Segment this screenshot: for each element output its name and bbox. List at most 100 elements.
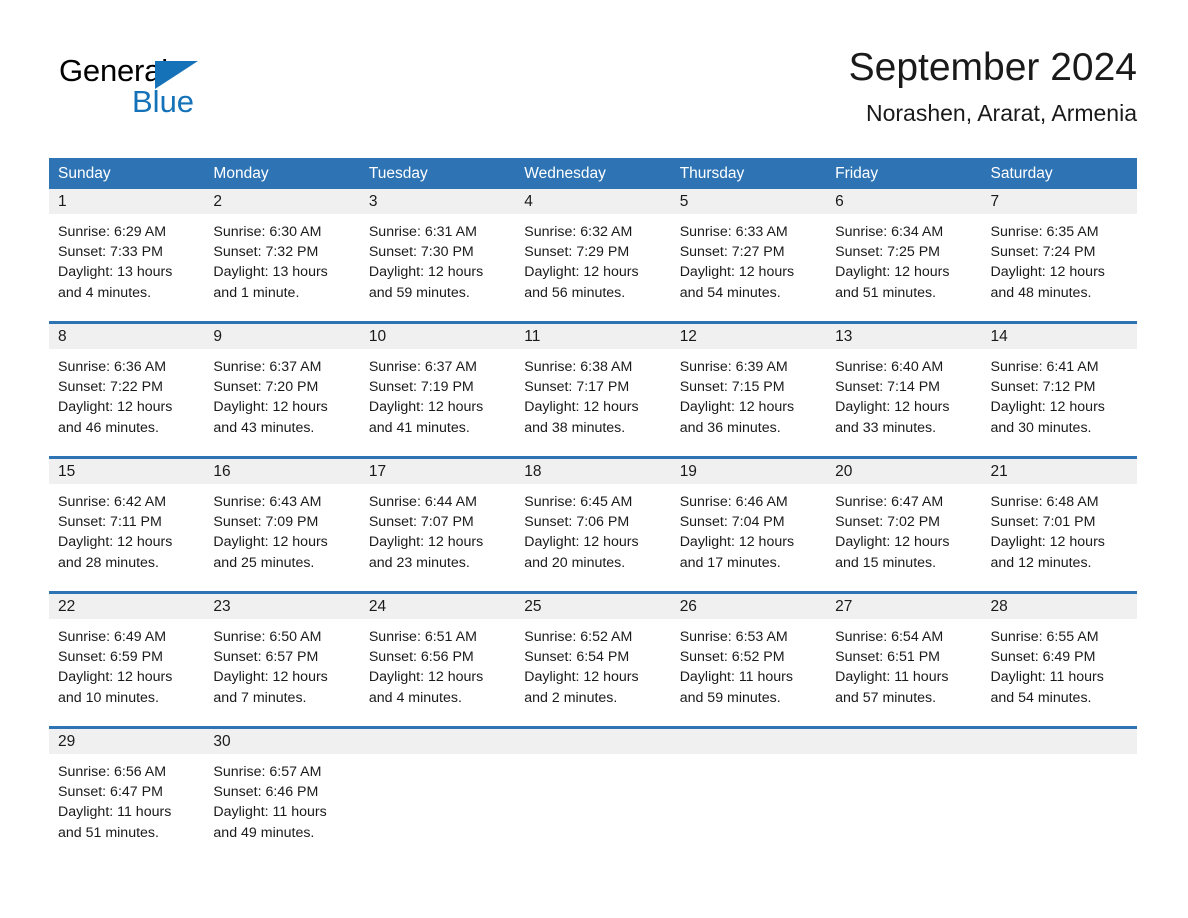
- sunrise-text: Sunrise: 6:34 AM: [835, 224, 944, 240]
- day-number: 4: [515, 189, 671, 214]
- day-number: 22: [49, 594, 205, 619]
- day-number: 1: [49, 189, 205, 214]
- daylight-text: Daylight: 11 hours and 49 minutes.: [213, 804, 327, 841]
- sunset-text: Sunset: 6:49 PM: [990, 649, 1096, 666]
- day-cell[interactable]: 16 Sunrise: 6:43 AM Sunset: 7:09 PM Dayligh…: [204, 459, 360, 591]
- weekday-header-wednesday: Wednesday: [524, 165, 606, 182]
- day-details: Sunrise: 6:29 AM Sunset: 7:33 PM Daylight:…: [49, 214, 204, 303]
- daylight-text: Daylight: 12 hours and 28 minutes.: [58, 534, 173, 571]
- weekday-header-monday: Monday: [213, 165, 269, 182]
- day-number: 26: [670, 594, 827, 619]
- day-cell[interactable]: 3 Sunrise: 6:31 AM Sunset: 7:30 PM Daylight…: [359, 189, 516, 321]
- day-number: 15: [49, 459, 205, 484]
- day-number: 8: [49, 324, 205, 349]
- sunset-text: Sunset: 6:54 PM: [524, 649, 630, 666]
- logo-text-general: General: [59, 53, 168, 88]
- day-details: Sunrise: 6:33 AM Sunset: 7:27 PM Daylight:…: [671, 214, 826, 303]
- sunset-text: Sunset: 6:52 PM: [679, 649, 785, 666]
- day-cell[interactable]: 19 Sunrise: 6:46 AM Sunset: 7:04 PM Dayligh…: [670, 459, 827, 591]
- sunset-text: Sunset: 7:02 PM: [835, 514, 940, 531]
- day-cell[interactable]: 10 Sunrise: 6:37 AM Sunset: 7:19 PM Dayligh…: [359, 324, 516, 456]
- day-number: 23: [204, 594, 360, 619]
- sunrise-text: Sunrise: 6:29 AM: [58, 224, 167, 240]
- sunrise-text: Sunrise: 6:51 AM: [368, 629, 477, 645]
- day-number: 30: [204, 729, 360, 754]
- sunrise-text: Sunrise: 6:55 AM: [990, 629, 1099, 645]
- day-cell[interactable]: 6 Sunrise: 6:34 AM Sunset: 7:25 PM Daylight…: [826, 189, 982, 321]
- day-number: 17: [359, 459, 516, 484]
- day-details: Sunrise: 6:49 AM Sunset: 6:59 PM Daylight:…: [49, 619, 204, 708]
- sunset-text: Sunset: 7:33 PM: [58, 244, 163, 261]
- day-number: 14: [981, 324, 1137, 349]
- day-cell[interactable]: 25 Sunrise: 6:52 AM Sunset: 6:54 PM Dayligh…: [515, 594, 671, 726]
- sunrise-text: Sunrise: 6:44 AM: [368, 494, 477, 510]
- day-cell[interactable]: 26 Sunrise: 6:53 AM Sunset: 6:52 PM Dayligh…: [670, 594, 827, 726]
- day-cell[interactable]: 1 Sunrise: 6:29 AM Sunset: 7:33 PM Daylight…: [49, 189, 205, 321]
- day-cell-empty: [826, 729, 982, 861]
- week-row: 15 Sunrise: 6:42 AM Sunset: 7:11 PM Dayligh…: [49, 456, 1137, 591]
- daylight-text: Daylight: 12 hours and 36 minutes.: [679, 399, 795, 436]
- sunset-text: Sunset: 7:06 PM: [524, 514, 630, 531]
- sunset-text: Sunset: 7:22 PM: [58, 379, 163, 396]
- day-cell[interactable]: 12 Sunrise: 6:39 AM Sunset: 7:15 PM Dayligh…: [670, 324, 827, 456]
- sunrise-text: Sunrise: 6:47 AM: [835, 494, 944, 510]
- day-cell[interactable]: 27 Sunrise: 6:54 AM Sunset: 6:51 PM Dayligh…: [826, 594, 982, 726]
- day-number: 9: [204, 324, 360, 349]
- day-cell[interactable]: 30 Sunrise: 6:57 AM Sunset: 6:46 PM Dayligh…: [204, 729, 360, 861]
- day-details: Sunrise: 6:55 AM Sunset: 6:49 PM Daylight:…: [982, 619, 1137, 708]
- day-number: [670, 729, 827, 754]
- day-number: 21: [981, 459, 1137, 484]
- day-details: Sunrise: 6:51 AM Sunset: 6:56 PM Daylight:…: [360, 619, 515, 708]
- day-cell[interactable]: 23 Sunrise: 6:50 AM Sunset: 6:57 PM Dayligh…: [204, 594, 360, 726]
- day-cell[interactable]: 18 Sunrise: 6:45 AM Sunset: 7:06 PM Dayligh…: [515, 459, 671, 591]
- day-cell[interactable]: 2 Sunrise: 6:30 AM Sunset: 7:32 PM Daylight…: [204, 189, 360, 321]
- day-details: Sunrise: 6:35 AM Sunset: 7:24 PM Daylight:…: [982, 214, 1137, 303]
- day-number: 2: [204, 189, 360, 214]
- day-details: Sunrise: 6:48 AM Sunset: 7:01 PM Daylight:…: [982, 484, 1137, 573]
- sunset-text: Sunset: 7:01 PM: [990, 514, 1096, 531]
- day-cell[interactable]: 8 Sunrise: 6:36 AM Sunset: 7:22 PM Daylight…: [49, 324, 205, 456]
- generalblue-logo: General Blue: [59, 54, 219, 128]
- day-number: 3: [359, 189, 516, 214]
- day-number: 6: [826, 189, 982, 214]
- day-details: Sunrise: 6:43 AM Sunset: 7:09 PM Daylight:…: [204, 484, 359, 573]
- day-cell[interactable]: 20 Sunrise: 6:47 AM Sunset: 7:02 PM Dayligh…: [826, 459, 982, 591]
- day-cell[interactable]: 14 Sunrise: 6:41 AM Sunset: 7:12 PM Dayligh…: [981, 324, 1137, 456]
- sunrise-text: Sunrise: 6:56 AM: [58, 764, 167, 780]
- day-cell[interactable]: 13 Sunrise: 6:40 AM Sunset: 7:14 PM Dayligh…: [826, 324, 982, 456]
- day-cell[interactable]: 17 Sunrise: 6:44 AM Sunset: 7:07 PM Dayligh…: [359, 459, 516, 591]
- day-cell[interactable]: 29 Sunrise: 6:56 AM Sunset: 6:47 PM Dayligh…: [49, 729, 205, 861]
- day-number: 12: [670, 324, 827, 349]
- day-cell[interactable]: 9 Sunrise: 6:37 AM Sunset: 7:20 PM Daylight…: [204, 324, 360, 456]
- day-cell[interactable]: 24 Sunrise: 6:51 AM Sunset: 6:56 PM Dayligh…: [359, 594, 516, 726]
- day-cell[interactable]: 5 Sunrise: 6:33 AM Sunset: 7:27 PM Daylight…: [670, 189, 827, 321]
- sunrise-text: Sunrise: 6:37 AM: [213, 359, 322, 375]
- sunset-text: Sunset: 7:09 PM: [213, 514, 319, 531]
- day-number: 11: [515, 324, 671, 349]
- day-number: [515, 729, 671, 754]
- sunset-text: Sunset: 7:12 PM: [990, 379, 1096, 396]
- week-row-inner: 22 Sunrise: 6:49 AM Sunset: 6:59 PM Dayligh…: [49, 594, 1137, 726]
- day-cell[interactable]: 22 Sunrise: 6:49 AM Sunset: 6:59 PM Dayligh…: [49, 594, 205, 726]
- day-cell[interactable]: 11 Sunrise: 6:38 AM Sunset: 7:17 PM Dayligh…: [515, 324, 671, 456]
- day-cell[interactable]: 28 Sunrise: 6:55 AM Sunset: 6:49 PM Dayligh…: [981, 594, 1137, 726]
- week-row: 29 Sunrise: 6:56 AM Sunset: 6:47 PM Dayligh…: [49, 726, 1137, 861]
- day-details: Sunrise: 6:56 AM Sunset: 6:47 PM Daylight:…: [49, 754, 204, 843]
- daylight-text: Daylight: 11 hours and 54 minutes.: [990, 669, 1104, 706]
- week-row: 1 Sunrise: 6:29 AM Sunset: 7:33 PM Daylight…: [49, 189, 1137, 321]
- sunset-text: Sunset: 6:51 PM: [835, 649, 940, 666]
- sunset-text: Sunset: 7:29 PM: [524, 244, 630, 261]
- day-cell[interactable]: 15 Sunrise: 6:42 AM Sunset: 7:11 PM Dayligh…: [49, 459, 205, 591]
- sunset-text: Sunset: 7:07 PM: [368, 514, 474, 531]
- daylight-text: Daylight: 12 hours and 15 minutes.: [835, 534, 950, 571]
- week-row: 8 Sunrise: 6:36 AM Sunset: 7:22 PM Daylight…: [49, 321, 1137, 456]
- sunset-text: Sunset: 6:59 PM: [58, 649, 163, 666]
- title-block: September 2024 Norashen, Ararat, Armenia: [849, 44, 1137, 128]
- day-details: Sunrise: 6:34 AM Sunset: 7:25 PM Daylight:…: [826, 214, 981, 303]
- sunset-text: Sunset: 7:19 PM: [368, 379, 474, 396]
- day-cell[interactable]: 7 Sunrise: 6:35 AM Sunset: 7:24 PM Daylight…: [981, 189, 1137, 321]
- day-cell[interactable]: 4 Sunrise: 6:32 AM Sunset: 7:29 PM Daylight…: [515, 189, 671, 321]
- sunset-text: Sunset: 7:20 PM: [213, 379, 319, 396]
- day-cell[interactable]: 21 Sunrise: 6:48 AM Sunset: 7:01 PM Dayligh…: [981, 459, 1137, 591]
- daylight-text: Daylight: 12 hours and 4 minutes.: [368, 669, 484, 706]
